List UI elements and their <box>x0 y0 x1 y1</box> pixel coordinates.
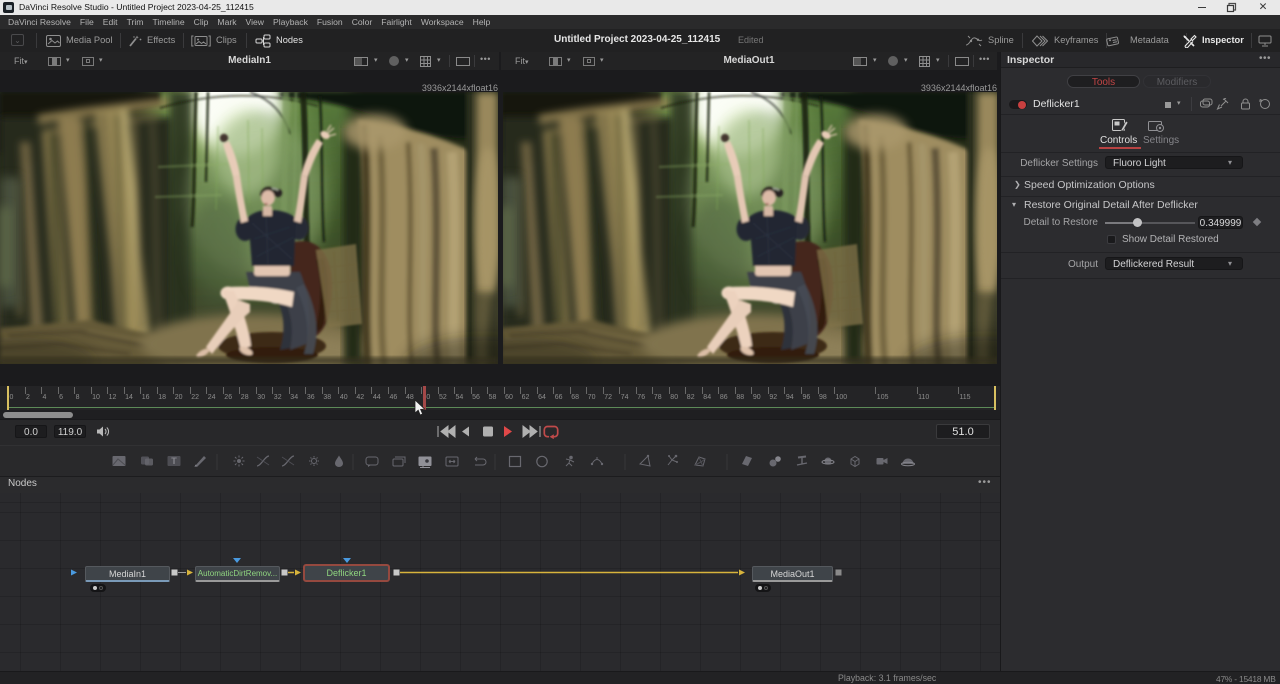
svg-text:T: T <box>171 456 177 466</box>
